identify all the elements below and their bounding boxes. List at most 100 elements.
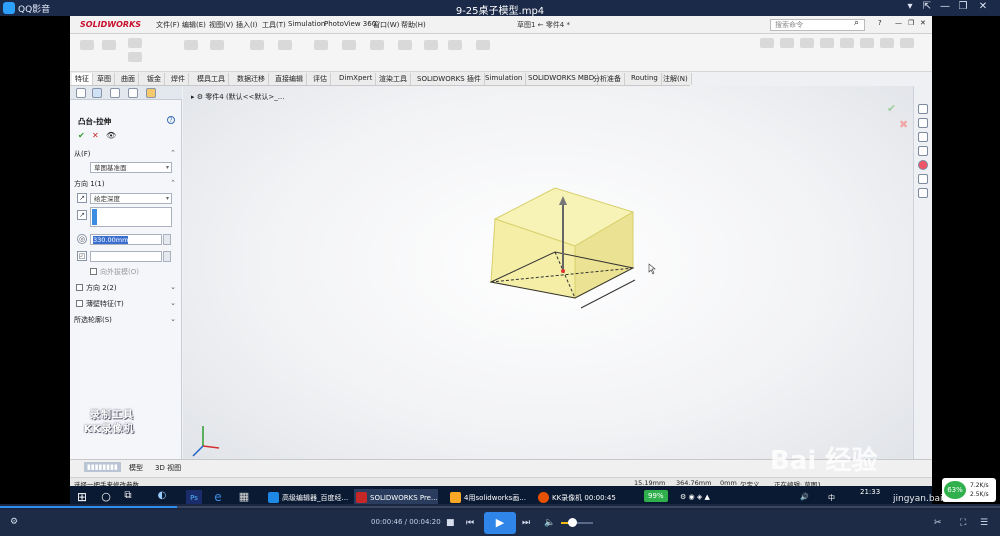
tab-simulation[interactable]: Simulation: [482, 73, 527, 85]
sw-menu-file[interactable]: 文件(F): [156, 20, 180, 30]
pm-draft-outward-checkbox[interactable]: [90, 268, 97, 275]
fillet-icon[interactable]: [250, 40, 264, 50]
design-library-icon[interactable]: [918, 118, 928, 128]
sw-search-input[interactable]: 搜索命令: [770, 19, 865, 31]
display-style-icon[interactable]: [840, 38, 854, 48]
pm-from-select[interactable]: 草图基准面 ▾: [90, 162, 172, 173]
window-restore-icon[interactable]: ❐: [908, 19, 914, 27]
tab-3d-view[interactable]: 3D 视图: [152, 462, 184, 474]
file-explorer-icon[interactable]: [918, 132, 928, 142]
pm-direction2-section[interactable]: 方向 2(2) ⌄: [86, 283, 178, 294]
player-menu-button[interactable]: ▾: [903, 1, 917, 14]
instant3d-toggle-icon[interactable]: [476, 40, 490, 50]
configuration-manager-icon[interactable]: [110, 88, 120, 98]
help-icon[interactable]: ?: [878, 19, 882, 27]
property-manager-icon[interactable]: [92, 88, 102, 98]
fullscreen-icon[interactable]: ⛶: [960, 518, 966, 528]
tab-features[interactable]: 特征: [72, 73, 93, 85]
tab-sw-mbd[interactable]: SOLIDWORKS MBD: [525, 73, 599, 85]
tab-data-migration[interactable]: 数据迁移: [234, 73, 269, 85]
reference-geometry-icon[interactable]: [398, 40, 412, 50]
pm-direction2-checkbox[interactable]: [76, 284, 83, 291]
tab-direct-editing[interactable]: 直接编辑: [272, 73, 307, 85]
tab-sheet-metal[interactable]: 钣金: [144, 73, 165, 85]
section-view-icon[interactable]: [800, 38, 814, 48]
player-minimize-button[interactable]: —: [938, 1, 952, 14]
linear-pattern-icon[interactable]: [278, 40, 292, 50]
tab-analysis-prep[interactable]: 分析准备: [590, 73, 625, 85]
pm-draft-angle-input[interactable]: [90, 251, 162, 262]
tab-weldments[interactable]: 焊件: [168, 73, 189, 85]
pm-direction-vector-list[interactable]: [90, 207, 172, 227]
feature-tree-icon[interactable]: [76, 88, 86, 98]
pm-from-section[interactable]: 从(F) ⌃: [74, 149, 178, 160]
custom-properties-icon[interactable]: [918, 174, 928, 184]
extrude-boss-icon[interactable]: [80, 40, 94, 50]
appearance-icon[interactable]: [880, 38, 894, 48]
view-orientation-icon[interactable]: [820, 38, 834, 48]
sw-resources-icon[interactable]: [918, 104, 928, 114]
tab-sketch[interactable]: 草图: [94, 73, 115, 85]
window-minimize-icon[interactable]: —: [895, 19, 902, 27]
confirm-corner-cancel-icon[interactable]: ✖: [899, 118, 908, 131]
volume-icon[interactable]: 🔈: [544, 518, 555, 528]
pm-depth-spinner[interactable]: [163, 234, 171, 245]
tab-render-tools[interactable]: 渲染工具: [376, 73, 411, 85]
appearances-icon[interactable]: [918, 160, 928, 170]
search-icon[interactable]: ⌕: [854, 18, 859, 28]
reverse-direction-icon[interactable]: ↗: [77, 193, 87, 203]
extruded-cut-icon[interactable]: [184, 40, 198, 50]
revolve-boss-icon[interactable]: [102, 40, 116, 50]
player-close-button[interactable]: ✕: [976, 1, 990, 14]
pm-thin-feature-checkbox[interactable]: [76, 300, 83, 307]
player-settings-icon[interactable]: ⚙: [10, 517, 18, 527]
dimxpert-manager-icon[interactable]: [128, 88, 138, 98]
tab-evaluate[interactable]: 评估: [310, 73, 331, 85]
volume-tray-icon[interactable]: 🔊: [800, 493, 809, 501]
next-icon[interactable]: ⏭: [522, 518, 530, 528]
player-restore-button[interactable]: ⇱: [920, 1, 934, 14]
draft-icon[interactable]: [342, 40, 356, 50]
stop-icon[interactable]: ■: [446, 518, 455, 528]
pm-cancel-button[interactable]: ✕: [92, 131, 99, 140]
hole-wizard-icon[interactable]: [210, 40, 224, 50]
zoom-to-fit-icon[interactable]: [760, 38, 774, 48]
rib-icon[interactable]: [314, 40, 328, 50]
tab-model[interactable]: 模型: [126, 462, 146, 474]
tab-mold-tools[interactable]: 模具工具: [194, 73, 229, 85]
hide-show-icon[interactable]: [860, 38, 874, 48]
sw-menu-help[interactable]: 帮助(H): [401, 20, 426, 30]
tab-routing[interactable]: Routing: [628, 73, 662, 85]
tab-dimxpert[interactable]: DimXpert: [336, 73, 377, 85]
pm-ok-button[interactable]: ✔: [78, 131, 85, 140]
sw-menu-window[interactable]: 窗口(W): [373, 20, 399, 30]
playlist-icon[interactable]: ☰: [980, 518, 988, 528]
confirm-corner-ok-icon[interactable]: ✔: [887, 102, 896, 115]
view-settings-icon[interactable]: [900, 38, 914, 48]
display-manager-icon[interactable]: [146, 88, 156, 98]
pm-end-condition-select[interactable]: 给定深度 ▾: [90, 193, 172, 204]
forum-icon[interactable]: [918, 188, 928, 198]
view-palette-icon[interactable]: [918, 146, 928, 156]
video-frame[interactable]: SOLIDWORKS 文件(F) 编辑(E) 视图(V) 插入(I) 工具(T)…: [70, 16, 932, 510]
draft-onoff-icon[interactable]: ◰: [77, 251, 87, 261]
window-close-icon[interactable]: ✕: [920, 19, 926, 27]
player-maximize-button[interactable]: ❐: [956, 1, 970, 14]
ime-indicator[interactable]: 中: [828, 493, 835, 503]
pm-draft-spinner[interactable]: [163, 251, 171, 262]
tray-icons[interactable]: ⚙ ◉ ◈ ▲: [680, 493, 710, 501]
sw-menu-simulation[interactable]: Simulation: [288, 20, 325, 28]
sw-menu-photoview[interactable]: PhotoView 360: [324, 20, 376, 28]
tab-annotation[interactable]: 注解(N): [660, 73, 692, 85]
sw-menu-edit[interactable]: 编辑(E): [182, 20, 206, 30]
swept-boss-icon[interactable]: [128, 38, 142, 48]
curves-icon[interactable]: [424, 40, 438, 50]
pm-preview-button[interactable]: 👁: [106, 131, 116, 140]
sw-menu-tools[interactable]: 工具(T): [262, 20, 286, 30]
pm-thin-feature-section[interactable]: 薄壁特征(T) ⌄: [86, 299, 178, 310]
pm-depth-input[interactable]: 330.00mm: [90, 234, 162, 245]
pm-direction1-section[interactable]: 方向 1(1) ⌃: [74, 179, 178, 190]
tools-icon[interactable]: ✂: [934, 518, 942, 528]
instant3d-icon[interactable]: [448, 40, 462, 50]
tab-surfaces[interactable]: 曲面: [118, 73, 139, 85]
